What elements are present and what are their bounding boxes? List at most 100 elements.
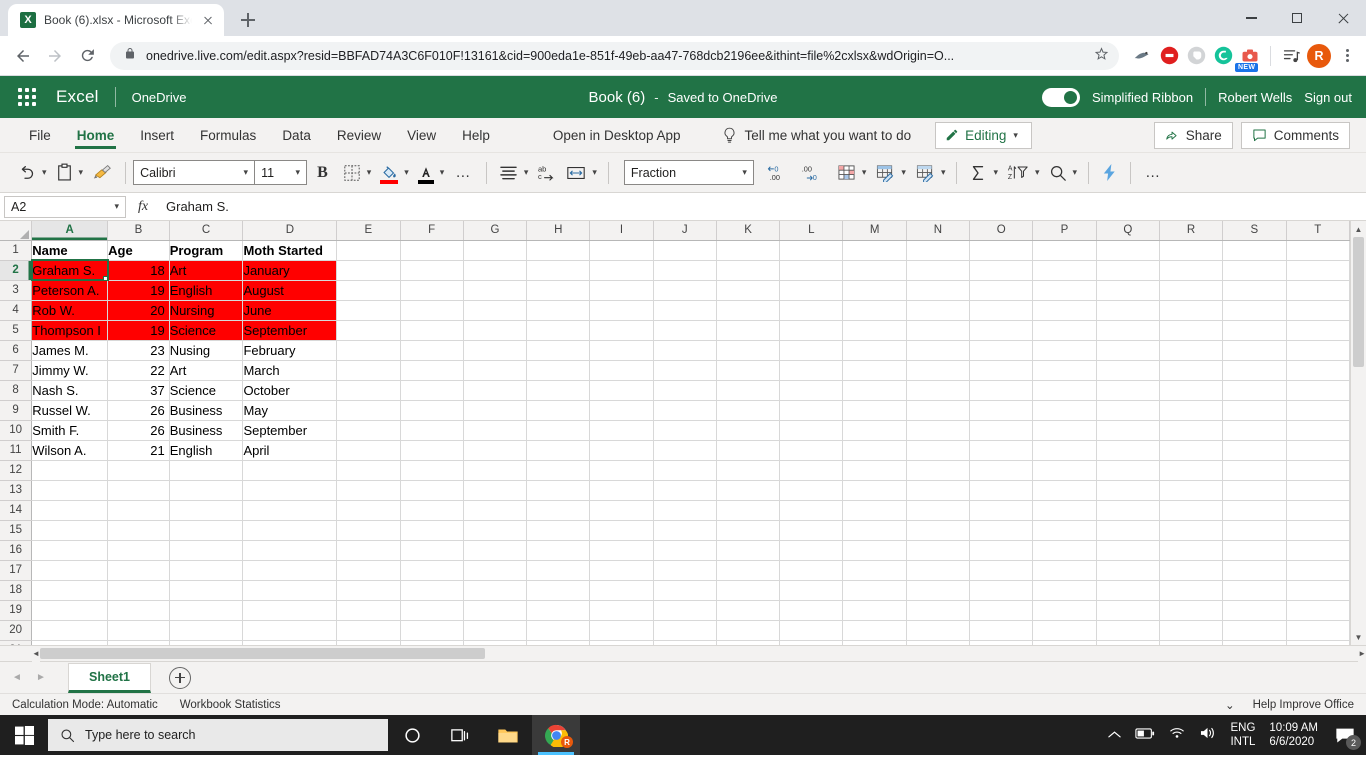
- cell-F18[interactable]: [400, 580, 464, 601]
- row-header-5[interactable]: 5: [0, 320, 33, 341]
- cell-B14[interactable]: [107, 500, 170, 521]
- cell-S4[interactable]: [1222, 300, 1287, 321]
- cell-N21[interactable]: [906, 640, 971, 645]
- cell-R15[interactable]: [1159, 520, 1224, 541]
- cell-F19[interactable]: [400, 600, 464, 621]
- cell-O19[interactable]: [969, 600, 1034, 621]
- cell-J8[interactable]: [653, 380, 717, 401]
- cell-L17[interactable]: [779, 560, 844, 581]
- column-header-q[interactable]: Q: [1096, 221, 1160, 241]
- cell-E21[interactable]: [336, 640, 401, 645]
- cell-K13[interactable]: [716, 480, 781, 501]
- cell-styles-dropdown[interactable]: ▾: [940, 167, 950, 178]
- row-header-11[interactable]: 11: [0, 440, 33, 461]
- cell-H1[interactable]: [526, 240, 591, 261]
- cell-S2[interactable]: [1222, 260, 1287, 281]
- cell-Q9[interactable]: [1096, 400, 1160, 421]
- cell-O15[interactable]: [969, 520, 1034, 541]
- cell-L9[interactable]: [779, 400, 844, 421]
- cell-A1[interactable]: Name: [31, 240, 109, 261]
- cell-M15[interactable]: [842, 520, 907, 541]
- format-as-table-button[interactable]: [870, 158, 900, 188]
- address-bar[interactable]: onedrive.live.com/edit.aspx?resid=BBFAD7…: [110, 41, 1119, 70]
- cell-E2[interactable]: [336, 260, 401, 281]
- cell-R13[interactable]: [1159, 480, 1224, 501]
- cell-P3[interactable]: [1032, 280, 1097, 301]
- cell-D10[interactable]: September: [242, 420, 338, 441]
- column-header-o[interactable]: O: [969, 221, 1034, 241]
- conditional-formatting-button[interactable]: [832, 158, 861, 188]
- cell-F20[interactable]: [400, 620, 464, 641]
- cell-T2[interactable]: [1286, 260, 1350, 281]
- kebab-menu-icon[interactable]: [1336, 45, 1358, 67]
- cell-R8[interactable]: [1159, 380, 1224, 401]
- cell-M5[interactable]: [842, 320, 907, 341]
- cell-L19[interactable]: [779, 600, 844, 621]
- row-header-4[interactable]: 4: [0, 300, 33, 321]
- cell-O5[interactable]: [969, 320, 1034, 341]
- align-button[interactable]: [494, 158, 523, 188]
- cell-C10[interactable]: Business: [169, 420, 244, 441]
- cell-E10[interactable]: [336, 420, 401, 441]
- column-header-h[interactable]: H: [526, 221, 591, 241]
- cell-N18[interactable]: [906, 580, 971, 601]
- forward-button[interactable]: [40, 41, 70, 71]
- sort-filter-dropdown[interactable]: ▾: [1034, 167, 1044, 178]
- prev-sheet-icon[interactable]: ◄: [6, 667, 28, 689]
- cell-R10[interactable]: [1159, 420, 1224, 441]
- row-header-15[interactable]: 15: [0, 520, 33, 541]
- column-header-e[interactable]: E: [336, 221, 401, 241]
- cell-G5[interactable]: [463, 320, 528, 341]
- name-box[interactable]: A2 ▾: [4, 195, 126, 218]
- cell-J3[interactable]: [653, 280, 717, 301]
- cell-J12[interactable]: [653, 460, 717, 481]
- cell-K14[interactable]: [716, 500, 781, 521]
- cell-M20[interactable]: [842, 620, 907, 641]
- cell-R4[interactable]: [1159, 300, 1224, 321]
- cell-L5[interactable]: [779, 320, 844, 341]
- cell-A4[interactable]: Rob W.: [31, 300, 109, 321]
- cell-G21[interactable]: [463, 640, 528, 645]
- sort-filter-button[interactable]: AZ: [1002, 158, 1034, 188]
- cell-D21[interactable]: [242, 640, 338, 645]
- profile-avatar[interactable]: R: [1307, 43, 1331, 68]
- cell-J1[interactable]: [653, 240, 717, 261]
- cell-Q10[interactable]: [1096, 420, 1160, 441]
- cell-K16[interactable]: [716, 540, 781, 561]
- column-header-g[interactable]: G: [463, 221, 528, 241]
- calculation-mode-status[interactable]: Calculation Mode: Automatic: [12, 699, 158, 711]
- cell-N6[interactable]: [906, 340, 971, 361]
- cell-A19[interactable]: [31, 600, 109, 621]
- tab-home[interactable]: Home: [64, 118, 128, 153]
- cell-O11[interactable]: [969, 440, 1034, 461]
- cell-L16[interactable]: [779, 540, 844, 561]
- row-header-16[interactable]: 16: [0, 540, 33, 561]
- cell-A13[interactable]: [31, 480, 109, 501]
- new-tab-button[interactable]: [234, 6, 262, 34]
- cell-S3[interactable]: [1222, 280, 1287, 301]
- cell-F10[interactable]: [400, 420, 464, 441]
- cell-F3[interactable]: [400, 280, 464, 301]
- cell-E3[interactable]: [336, 280, 401, 301]
- horizontal-scrollbar[interactable]: ◄ ►: [0, 645, 1366, 662]
- cell-A8[interactable]: Nash S.: [31, 380, 109, 401]
- cell-R6[interactable]: [1159, 340, 1224, 361]
- reading-list-icon[interactable]: [1280, 45, 1302, 67]
- app-launcher-icon[interactable]: [14, 84, 40, 110]
- cell-G18[interactable]: [463, 580, 528, 601]
- row-header-6[interactable]: 6: [0, 340, 33, 361]
- cell-E13[interactable]: [336, 480, 401, 501]
- cell-L15[interactable]: [779, 520, 844, 541]
- cell-M3[interactable]: [842, 280, 907, 301]
- column-header-l[interactable]: L: [779, 221, 844, 241]
- cell-O10[interactable]: [969, 420, 1034, 441]
- cell-I9[interactable]: [589, 400, 654, 421]
- fill-color-button[interactable]: [375, 158, 403, 188]
- format-as-table-dropdown[interactable]: ▾: [900, 167, 910, 178]
- cell-Q14[interactable]: [1096, 500, 1160, 521]
- cell-K20[interactable]: [716, 620, 781, 641]
- cell-Q20[interactable]: [1096, 620, 1160, 641]
- tab-insert[interactable]: Insert: [127, 118, 187, 153]
- row-header-18[interactable]: 18: [0, 580, 33, 601]
- cell-O17[interactable]: [969, 560, 1034, 581]
